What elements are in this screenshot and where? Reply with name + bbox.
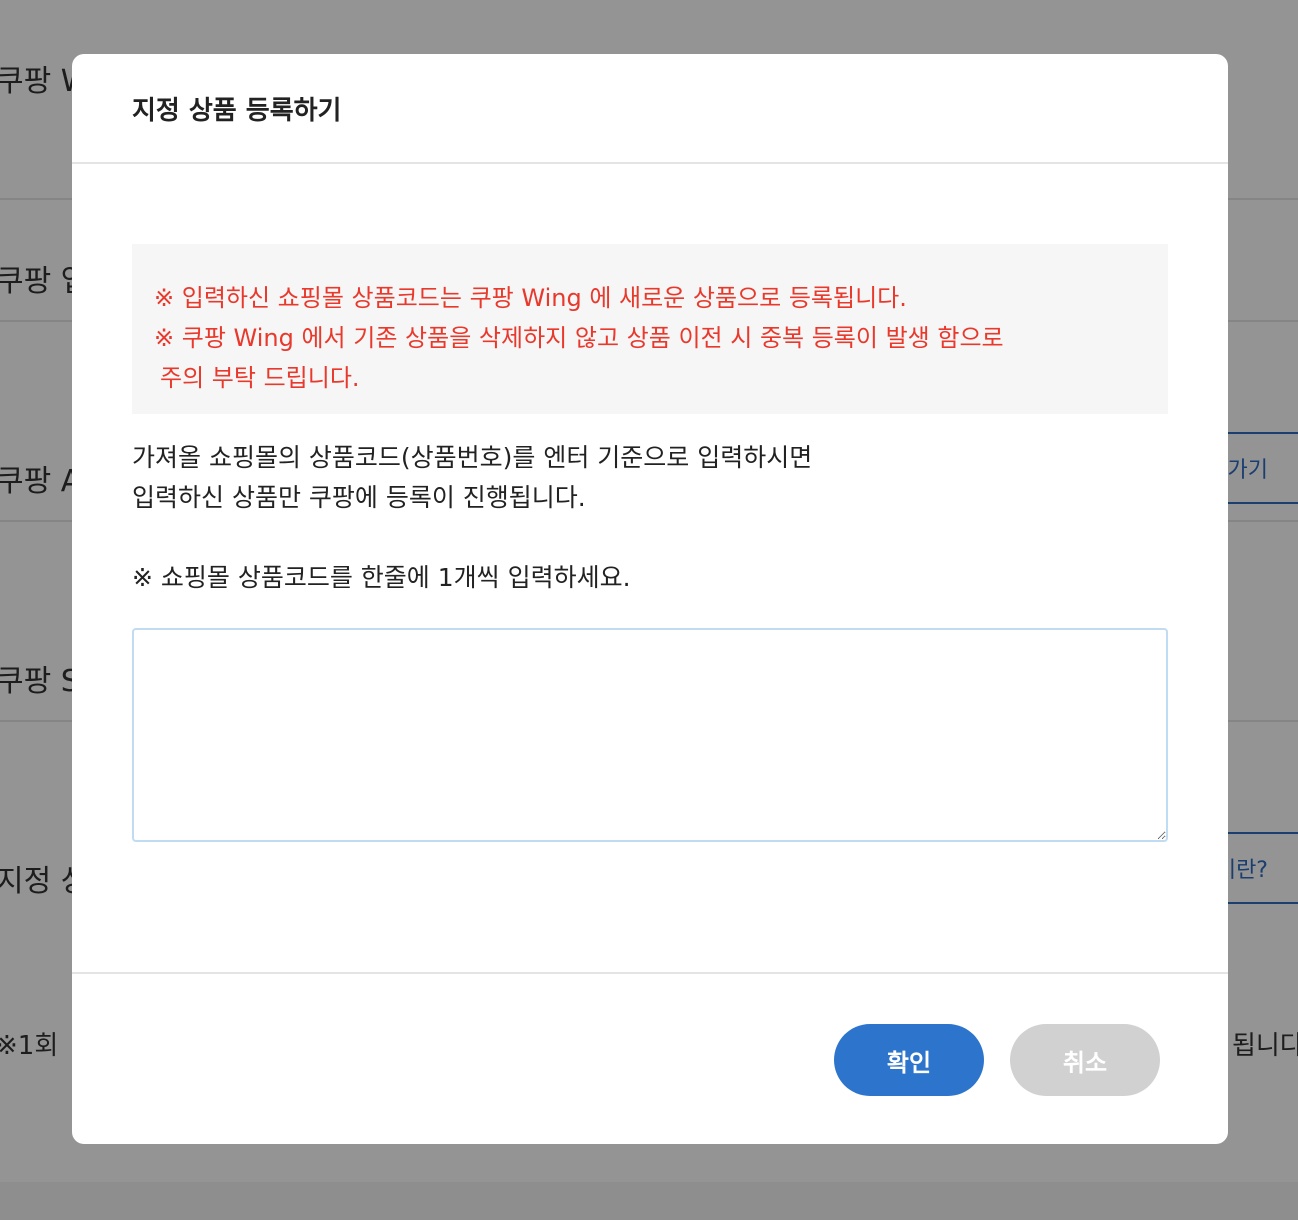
warning-box: ※ 입력하신 쇼핑몰 상품코드는 쿠팡 Wing 에 새로운 상품으로 등록됩니…	[132, 244, 1168, 414]
product-code-input[interactable]	[132, 628, 1168, 842]
confirm-button[interactable]: 확인	[834, 1024, 984, 1096]
warning-line: ※ 쿠팡 Wing 에서 기존 상품을 삭제하지 않고 상품 이전 시 중복 등…	[154, 324, 1004, 352]
modal-footer: 확인 취소	[72, 974, 1228, 1144]
modal-header: 지정 상품 등록하기	[72, 54, 1228, 164]
description: 가져올 쇼핑몰의 상품코드(상품번호)를 엔터 기준으로 입력하시면 입력하신 …	[132, 438, 1168, 518]
input-hint: ※ 쇼핑몰 상품코드를 한줄에 1개씩 입력하세요.	[132, 563, 631, 592]
description-line: 입력하신 상품만 쿠팡에 등록이 진행됩니다.	[132, 483, 586, 512]
modal-body: ※ 입력하신 쇼핑몰 상품코드는 쿠팡 Wing 에 새로운 상품으로 등록됩니…	[72, 164, 1228, 974]
register-products-modal: 지정 상품 등록하기 ※ 입력하신 쇼핑몰 상품코드는 쿠팡 Wing 에 새로…	[72, 54, 1228, 1144]
description-line: 가져올 쇼핑몰의 상품코드(상품번호)를 엔터 기준으로 입력하시면	[132, 443, 813, 472]
cancel-button[interactable]: 취소	[1010, 1024, 1160, 1096]
warning-line: 주의 부탁 드립니다.	[160, 364, 360, 392]
modal-title: 지정 상품 등록하기	[132, 95, 342, 126]
warning-line: ※ 입력하신 쇼핑몰 상품코드는 쿠팡 Wing 에 새로운 상품으로 등록됩니…	[154, 284, 907, 312]
